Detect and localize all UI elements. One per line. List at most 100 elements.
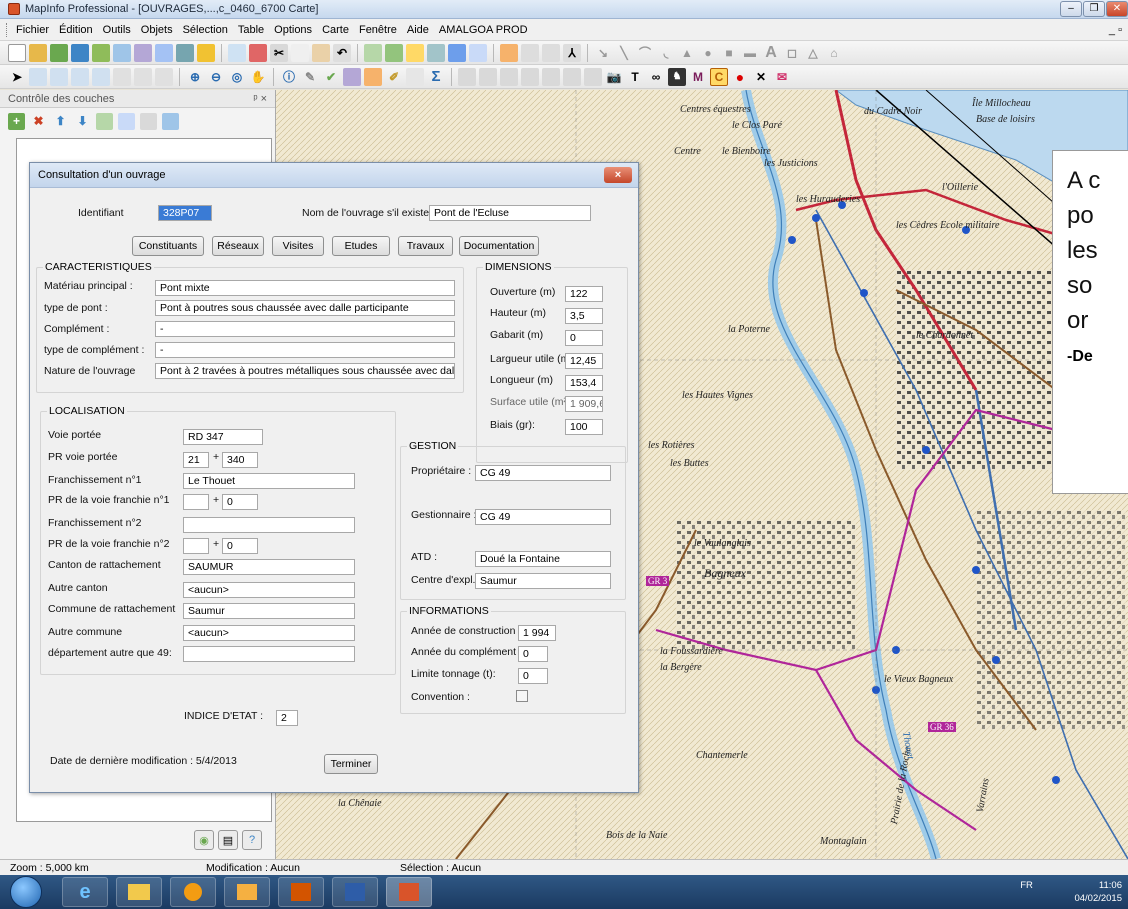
etudes-button[interactable]: Etudes — [332, 236, 390, 256]
franchissement2-field[interactable] — [183, 517, 355, 533]
person-icon[interactable]: ⅄ — [563, 43, 581, 62]
franchissement1-field[interactable]: Le Thouet — [183, 473, 355, 489]
annee-construction-field[interactable]: 1 994 — [518, 625, 556, 641]
knight-icon[interactable]: ♞ — [668, 67, 686, 86]
help-circle-icon[interactable]: ? — [242, 830, 262, 850]
rounded-rect-draw-icon[interactable]: ▬ — [741, 44, 759, 62]
media-player-icon[interactable] — [170, 877, 216, 907]
tool-manager-icon[interactable] — [500, 43, 518, 62]
longueur-field[interactable]: 153,4 — [565, 375, 603, 391]
cut-icon[interactable]: ✂ — [270, 43, 288, 62]
dialog-close-button[interactable]: × — [604, 167, 632, 183]
move-up-icon[interactable]: ⬆ — [52, 113, 69, 130]
polyline-draw-icon[interactable]: ⌒ — [636, 44, 654, 62]
menu-amalgoa-prod[interactable]: AMALGOA PROD — [434, 24, 533, 36]
pr-franch1-a-field[interactable] — [183, 494, 209, 510]
identifiant-field[interactable]: 328P07 — [158, 205, 212, 221]
commune-field[interactable]: Saumur — [183, 603, 355, 619]
open-icon[interactable] — [29, 43, 47, 62]
ouverture-field[interactable]: 122 — [565, 286, 603, 302]
envelope-icon[interactable]: ✉ — [773, 68, 791, 86]
zoom-in-icon[interactable]: ⊕ — [186, 68, 204, 86]
layout-icon[interactable] — [427, 43, 445, 62]
grabber-icon[interactable]: ✋ — [249, 68, 267, 86]
polygon-select-icon[interactable] — [71, 67, 89, 86]
terminer-button[interactable]: Terminer — [324, 754, 378, 774]
menu-options[interactable]: Options — [269, 24, 317, 36]
complement-field[interactable]: - — [155, 321, 455, 337]
ellipse-draw-icon[interactable]: ● — [699, 44, 717, 62]
autre-commune-field[interactable]: <aucun> — [183, 625, 355, 641]
symbol-draw-icon[interactable]: ↘ — [594, 44, 612, 62]
map-tool-4-icon[interactable] — [563, 67, 581, 86]
t-tool[interactable]: T — [626, 68, 644, 86]
type-pont-field[interactable]: Pont à poutres sous chaussée avec dalle … — [155, 300, 455, 316]
remove-layer-icon[interactable]: ✖ — [30, 113, 47, 130]
graph-icon[interactable] — [406, 43, 424, 62]
panel-pin-close-icon[interactable]: ᵖ × — [253, 93, 267, 105]
type-complement-field[interactable]: - — [155, 342, 455, 358]
c-tool[interactable]: C — [710, 67, 728, 86]
map-tool-2-icon[interactable] — [521, 67, 539, 86]
new-mapper-icon[interactable] — [197, 43, 215, 62]
powerpoint-icon[interactable] — [278, 877, 324, 907]
record-dot-icon[interactable]: ● — [731, 68, 749, 86]
graph-select-icon[interactable] — [155, 67, 173, 86]
maximize-button[interactable]: ❐ — [1083, 1, 1105, 17]
internet-explorer-icon[interactable]: e — [62, 877, 108, 907]
radius-select-icon[interactable] — [50, 67, 68, 86]
window-titlebar[interactable]: MapInfo Professional - [OUVRAGES,...,c_0… — [0, 0, 1128, 19]
centre-expl-field[interactable]: Saumur — [475, 573, 611, 589]
layer-props-icon[interactable] — [96, 112, 113, 130]
mapinfo-taskbar-icon[interactable] — [386, 877, 432, 907]
gestionnaire-field[interactable]: CG 49 — [475, 509, 611, 525]
polygon-draw-icon[interactable]: ▲ — [678, 44, 696, 62]
m-tool[interactable]: M — [689, 68, 707, 86]
nom-ouvrage-field[interactable]: Pont de l'Ecluse — [429, 205, 591, 221]
zoom-out-icon[interactable]: ⊖ — [207, 68, 225, 86]
info-icon[interactable]: ⓘ — [280, 68, 298, 86]
clock-date[interactable]: 04/02/2015 — [1074, 893, 1122, 904]
label-settings-icon[interactable] — [140, 112, 157, 130]
help-icon[interactable] — [521, 43, 539, 62]
close-button[interactable]: ✕ — [1106, 1, 1128, 17]
camera-icon[interactable]: 📷 — [605, 68, 623, 86]
undo-icon[interactable]: ↶ — [333, 43, 351, 62]
copy-icon[interactable] — [291, 43, 309, 62]
atd-field[interactable]: Doué la Fontaine — [475, 551, 611, 567]
invert-select-icon[interactable] — [134, 67, 152, 86]
export-pdf-icon[interactable] — [249, 43, 267, 62]
hotlink-icon[interactable]: ✎ — [301, 68, 319, 86]
add-node-icon[interactable]: ⌂ — [825, 44, 843, 62]
pr-franch2-b-field[interactable]: 0 — [222, 538, 258, 554]
bridge-tool-icon[interactable] — [584, 67, 602, 86]
limite-tonnage-field[interactable]: 0 — [518, 668, 548, 684]
unselect-icon[interactable] — [113, 67, 131, 86]
open-workspace-icon[interactable] — [50, 43, 68, 62]
mapper-icon[interactable] — [385, 43, 403, 62]
minimize-button[interactable]: – — [1060, 1, 1082, 17]
map-tool-3-icon[interactable] — [542, 67, 560, 86]
drag-map-icon[interactable] — [343, 67, 361, 86]
arc-draw-icon[interactable]: ◟ — [657, 44, 675, 62]
print-icon[interactable] — [228, 43, 246, 62]
canton-field[interactable]: SAUMUR — [183, 559, 355, 575]
gabarit-field[interactable]: 0 — [565, 330, 603, 346]
menu-fichier[interactable]: Fichier — [11, 24, 54, 36]
save-copy-icon[interactable] — [176, 43, 194, 62]
statistics-icon[interactable]: Σ — [427, 68, 445, 86]
convention-checkbox[interactable] — [516, 690, 528, 702]
x-close-icon[interactable]: ✕ — [752, 68, 770, 86]
label-icon[interactable]: ✔ — [322, 68, 340, 86]
annee-complement-field[interactable]: 0 — [518, 646, 548, 662]
pr-franch2-a-field[interactable] — [183, 538, 209, 554]
nature-ouvrage-field[interactable]: Pont à 2 travées à poutres métalliques s… — [155, 363, 455, 379]
layer-control-icon[interactable] — [364, 67, 382, 86]
new-icon[interactable] — [8, 43, 26, 62]
largeur-utile-field[interactable]: 12,45 — [565, 353, 603, 369]
frame-draw-icon[interactable]: ◻ — [783, 44, 801, 62]
move-down-icon[interactable]: ⬇ — [74, 113, 91, 130]
pr-voie-portee-b-field[interactable]: 340 — [222, 452, 258, 468]
select-arrow-icon[interactable]: ➤ — [8, 68, 26, 86]
redistrict-icon[interactable] — [448, 43, 466, 62]
